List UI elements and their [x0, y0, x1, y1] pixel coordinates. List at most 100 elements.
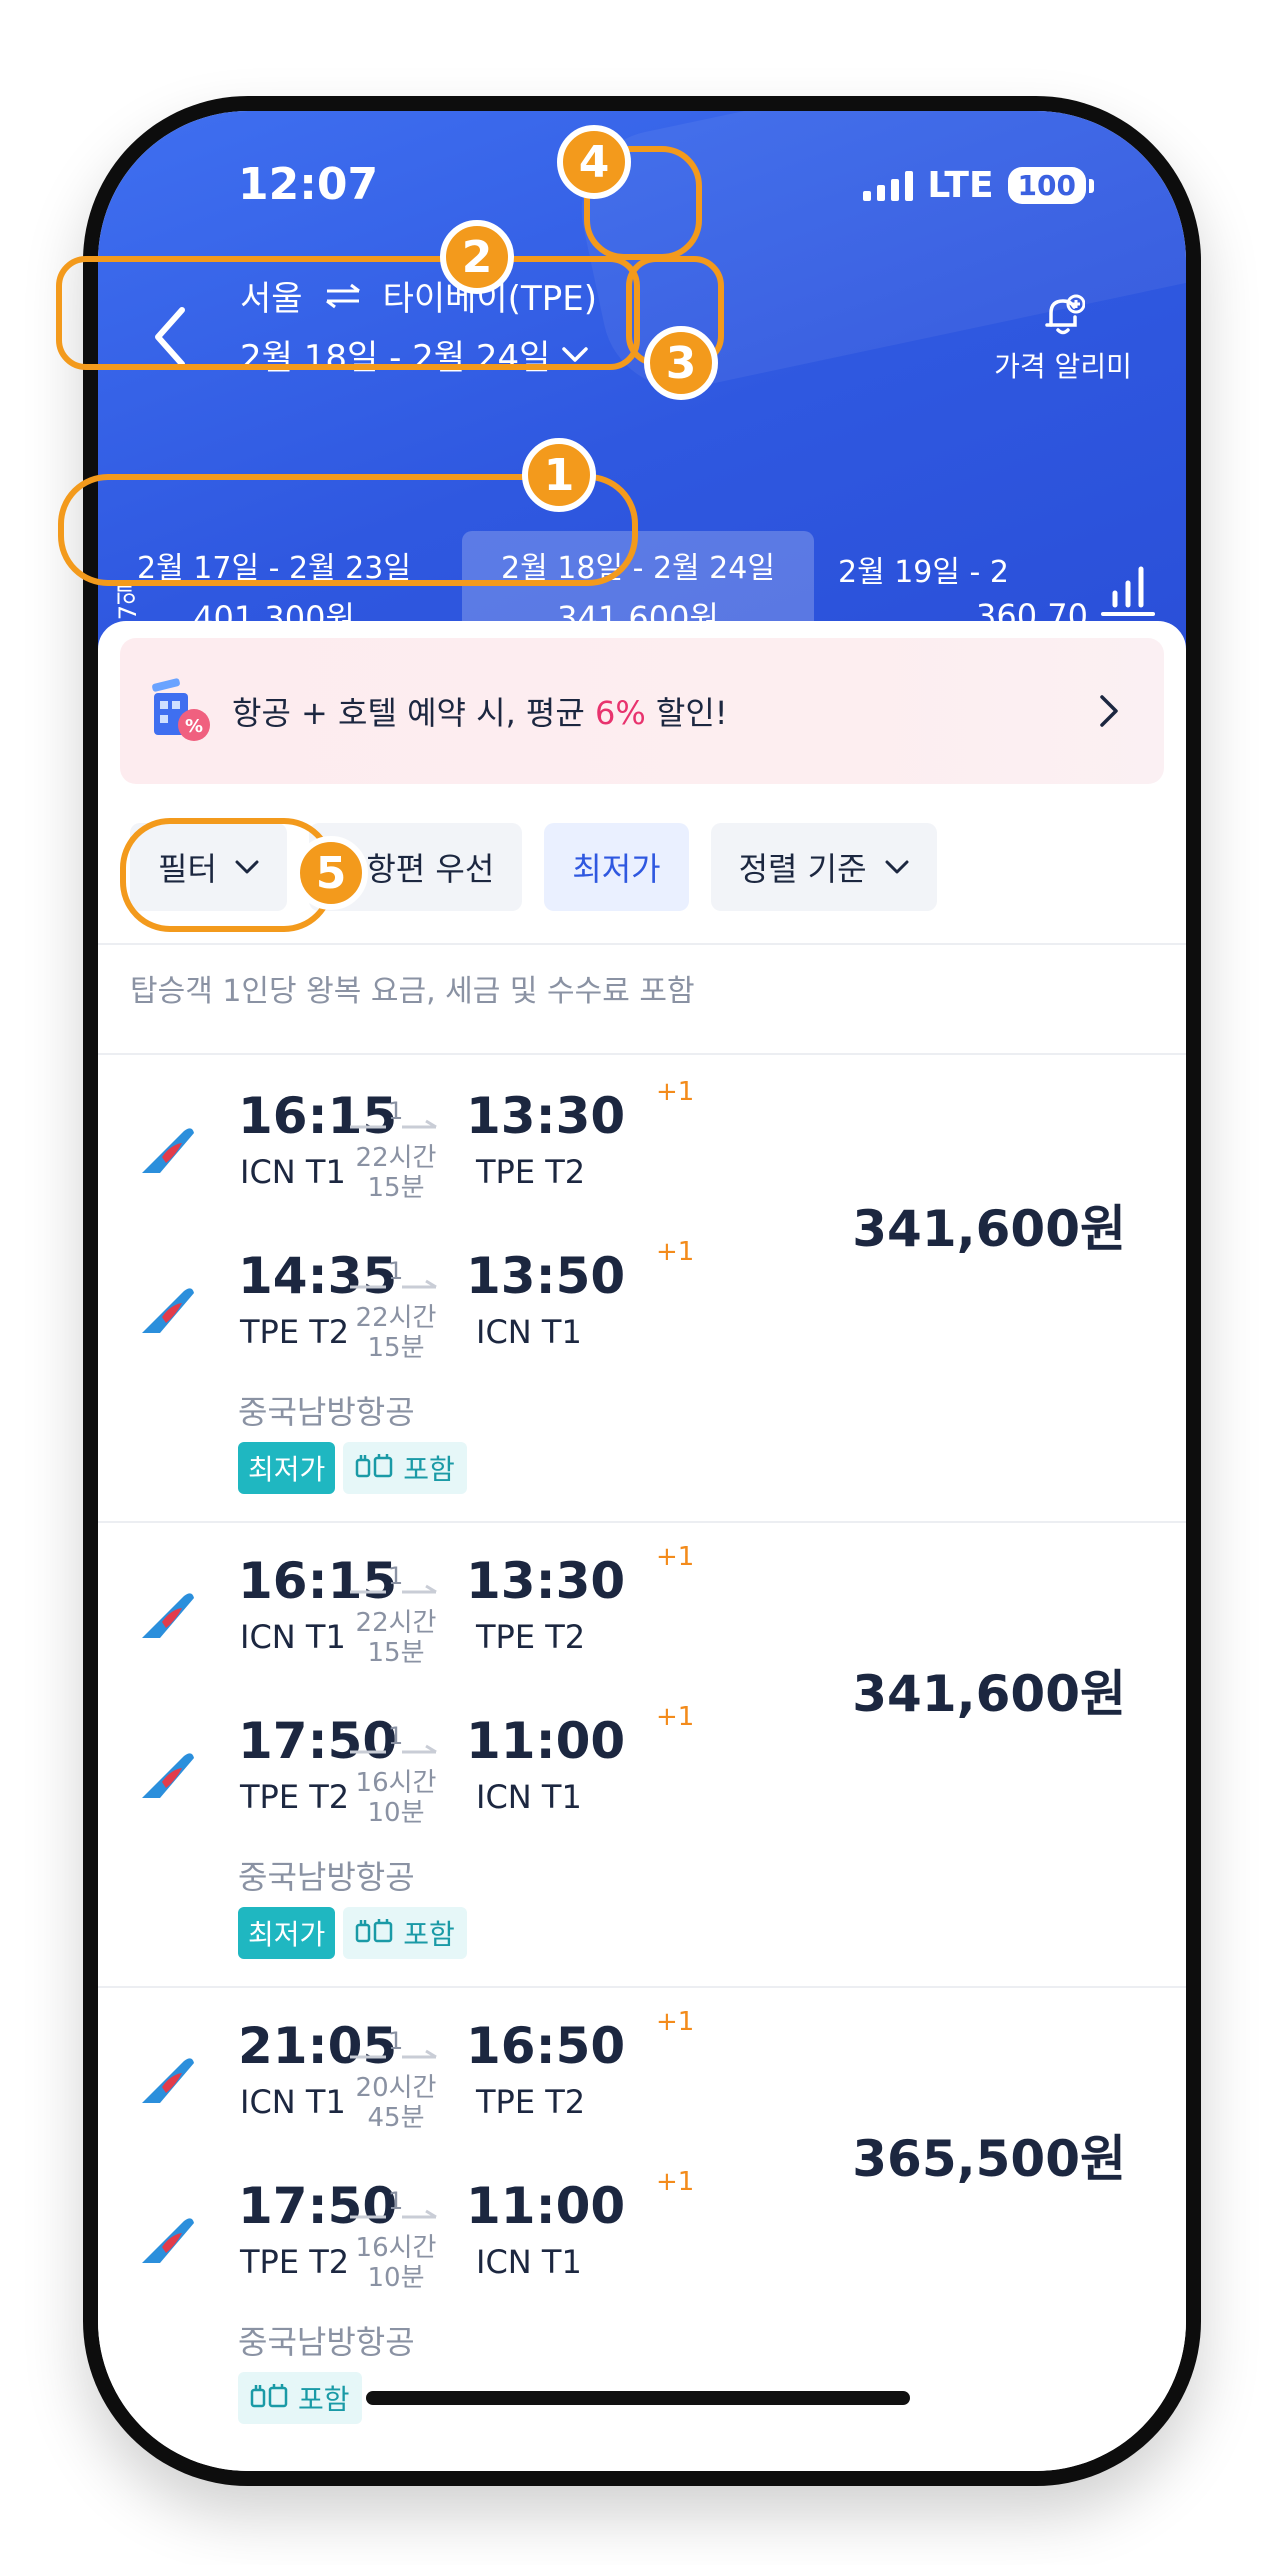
bell-plus-icon — [1045, 294, 1085, 335]
status-indicators: LTE 100 — [863, 165, 1095, 206]
status-time: 12:07 — [238, 159, 379, 210]
day-offset: +1 — [656, 1542, 695, 1572]
flight-duration: 22시간 15분 — [355, 1303, 437, 1363]
departure-airport: TPE T2 — [240, 2243, 350, 2281]
arrival-time: 13:50 — [466, 1247, 626, 1305]
arrival-airport: TPE T2 — [476, 1618, 586, 1656]
lowest-price-badge: 최저가 — [238, 1442, 336, 1494]
chevron-down-icon — [885, 860, 909, 874]
flight-result-card[interactable]: 16:15 ICN T1 1 22시간 15분 13:30 +1 TPE T2 … — [98, 1522, 1186, 1988]
fare-badges: 최저가 포함 — [238, 1907, 467, 1959]
airline-logo-icon — [140, 2217, 196, 2267]
flight-duration: 22시간 15분 — [355, 1143, 437, 1203]
baggage-badge: 포함 — [343, 1442, 467, 1494]
promo-highlight: 6% — [594, 694, 646, 732]
airline-logo-icon — [140, 1127, 196, 1177]
stop-count: 1 — [388, 1257, 404, 1285]
arrival-airport: ICN T1 — [476, 1778, 582, 1816]
fare-price: 365,500원 — [852, 2130, 1126, 2188]
promo-text-part: 할인! — [645, 694, 728, 732]
fare-price: 341,600원 — [852, 1200, 1126, 1258]
day-offset: +1 — [656, 1077, 695, 1107]
luggage-icon — [250, 2382, 290, 2415]
fare-price: 341,600원 — [852, 1665, 1126, 1723]
departure-airport: ICN T1 — [240, 2083, 346, 2121]
promo-text-part: 항공 + 호텔 예약 시, 평균 — [232, 694, 595, 732]
baggage-badge: 포함 — [343, 1907, 467, 1959]
promo-text: 항공 + 호텔 예약 시, 평균 6% 할인! — [232, 688, 1098, 734]
home-indicator — [366, 2391, 910, 2405]
stop-count: 1 — [388, 2027, 404, 2055]
callout-box-dates — [56, 256, 640, 370]
baggage-label: 포함 — [403, 1453, 455, 1486]
airline-logo-icon — [140, 1592, 196, 1642]
arrival-time: 13:30 — [466, 1552, 626, 1610]
flight-duration: 16시간 10분 — [355, 1768, 437, 1828]
chevron-right-icon — [1100, 695, 1118, 727]
day-offset: +1 — [656, 1702, 695, 1732]
stop-count: 1 — [388, 1562, 404, 1590]
flight-duration: 16시간 10분 — [355, 2233, 437, 2293]
departure-airport: ICN T1 — [240, 1618, 346, 1656]
luggage-icon — [355, 1917, 395, 1950]
airline-logo-icon — [140, 2057, 196, 2107]
flight-result-card[interactable]: 21:05 ICN T1 1 20시간 45분 16:50 +1 TPE T2 … — [98, 1987, 1186, 2452]
cheapest-chip[interactable]: 최저가 — [544, 823, 689, 911]
flight-duration: 20시간 45분 — [355, 2073, 437, 2133]
cheapest-label: 최저가 — [572, 850, 661, 888]
departure-airport: ICN T1 — [240, 1153, 346, 1191]
callout-number: 4 — [557, 125, 631, 199]
stop-count: 1 — [388, 1097, 404, 1125]
arrival-time: 16:50 — [466, 2017, 626, 2075]
divider — [98, 943, 1186, 945]
baggage-badge: 포함 — [238, 2372, 362, 2424]
day-offset: +1 — [656, 1237, 695, 1267]
arrival-airport: ICN T1 — [476, 1313, 582, 1351]
callout-number: 1 — [522, 438, 596, 512]
flight-leg: 16:15 ICN T1 1 22시간 15분 13:30 +1 TPE T2 — [98, 1077, 878, 1207]
flight-leg: 17:50 TPE T2 1 16시간 10분 11:00 +1 ICN T1 — [98, 1702, 878, 1832]
callout-number: 3 — [644, 326, 718, 400]
flight-leg: 16:15 ICN T1 1 22시간 15분 13:30 +1 TPE T2 — [98, 1542, 878, 1672]
bar-chart-icon — [1101, 566, 1155, 616]
departure-airport: TPE T2 — [240, 1313, 350, 1351]
flight-duration: 22시간 15분 — [355, 1608, 437, 1668]
flight-leg: 17:50 TPE T2 1 16시간 10분 11:00 +1 ICN T1 — [98, 2167, 878, 2297]
hotel-discount-icon: % — [144, 675, 216, 747]
price-alert-label: 가격 알리미 — [994, 350, 1132, 383]
sort-chip[interactable]: 정렬 기준 — [710, 823, 937, 911]
network-label: LTE — [927, 165, 994, 206]
airline-name: 중국남방항공 — [238, 1858, 415, 1896]
arrival-time: 11:00 — [466, 2177, 626, 2235]
flight-result-card[interactable]: 16:15 ICN T1 1 22시간 15분 13:30 +1 TPE T2 … — [98, 1057, 1186, 1523]
fare-note: 탑승객 1인당 왕복 요금, 세금 및 수수료 포함 — [130, 974, 695, 1009]
callout-number: 2 — [440, 220, 514, 294]
svg-text:%: % — [185, 716, 203, 737]
callout-number: 5 — [294, 836, 368, 910]
luggage-icon — [355, 1452, 395, 1485]
departure-airport: TPE T2 — [240, 1778, 350, 1816]
lowest-price-badge: 최저가 — [238, 1907, 336, 1959]
airline-logo-icon — [140, 1287, 196, 1337]
app-screen: 12:07 LTE 100 서울 타이베이(TPE) 2월 18일 - 2월 2… — [98, 111, 1186, 2471]
airline-name: 중국남방항공 — [238, 2323, 415, 2361]
sort-label: 정렬 기준 — [738, 850, 867, 888]
day-offset: +1 — [656, 2007, 695, 2037]
divider — [98, 1053, 1186, 1055]
promo-banner[interactable]: % 항공 + 호텔 예약 시, 평균 6% 할인! — [120, 638, 1164, 784]
day-offset: +1 — [656, 2167, 695, 2197]
arrival-time: 11:00 — [466, 1712, 626, 1770]
flight-leg: 21:05 ICN T1 1 20시간 45분 16:50 +1 TPE T2 — [98, 2007, 878, 2137]
airline-logo-icon — [140, 1752, 196, 1802]
price-alert-button[interactable]: 가격 알리미 — [978, 279, 1148, 399]
baggage-label: 포함 — [403, 1918, 455, 1951]
battery-icon: 100 — [1007, 167, 1095, 204]
arrival-airport: TPE T2 — [476, 1153, 586, 1191]
arrival-airport: TPE T2 — [476, 2083, 586, 2121]
fare-badges: 포함 — [238, 2372, 362, 2424]
date-range: 2월 19일 - 2 — [838, 555, 1009, 590]
arrival-time: 13:30 — [466, 1087, 626, 1145]
signal-icon — [863, 170, 914, 201]
flight-leg: 14:35 TPE T2 1 22시간 15분 13:50 +1 ICN T1 — [98, 1237, 878, 1367]
trip-length-tag: 7일 — [114, 581, 142, 621]
